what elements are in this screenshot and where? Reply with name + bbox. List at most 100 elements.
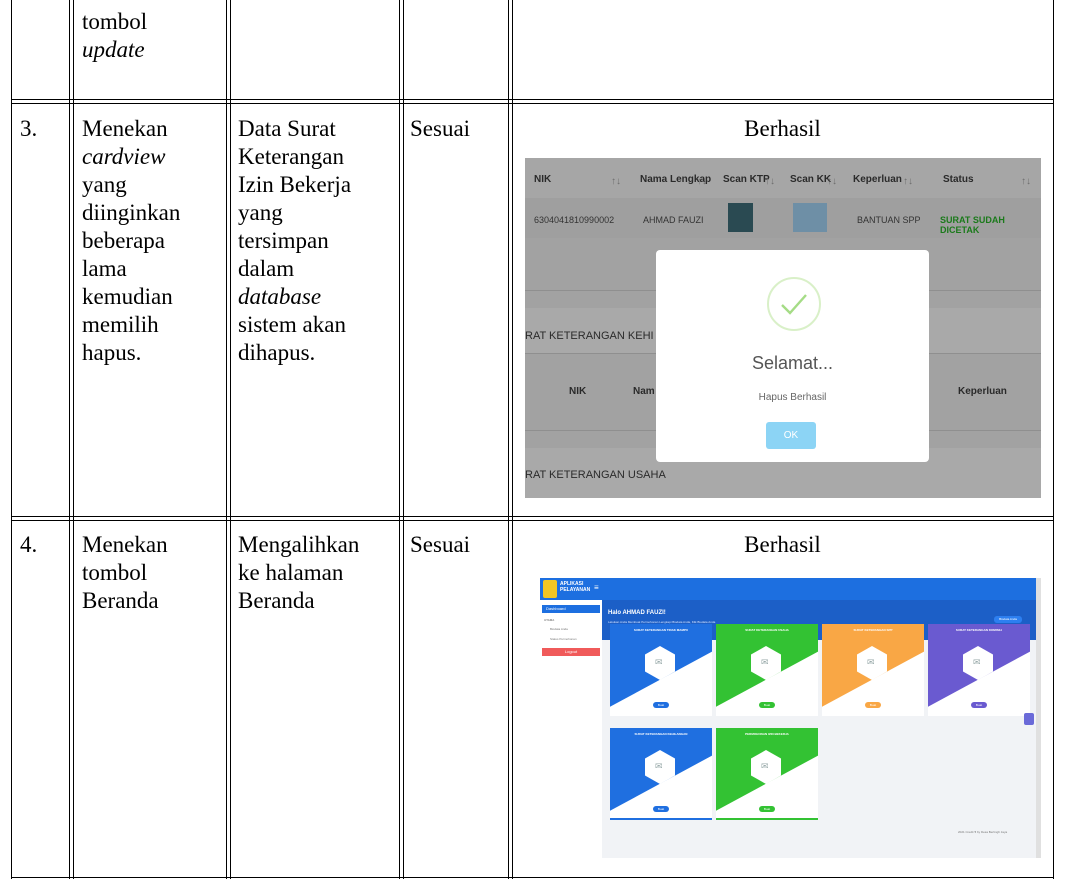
sidebar-item-dashboard[interactable]: Dashboard [542, 605, 600, 613]
row3-action-line: beberapa [82, 228, 165, 253]
kk-thumbnail[interactable] [793, 203, 827, 232]
row3-action-line: yang [82, 172, 127, 197]
logout-button[interactable]: Logout [542, 648, 600, 656]
chat-icon[interactable] [1024, 713, 1034, 725]
table-border-right [1053, 0, 1054, 879]
row-divider-1b [11, 103, 1054, 104]
row4-action-line: tombol [82, 560, 148, 585]
envelope-icon: ✉ [867, 657, 875, 667]
profile-button[interactable]: Biodata Anda [994, 616, 1022, 623]
service-card[interactable]: PERMOHONAN IZIN BEKERJA ✉ Buat [716, 728, 818, 820]
row4-expected-line: Beranda [238, 588, 315, 613]
service-card[interactable]: SURAT KETERANGAN TIDAK MAMPU ✉ Buat [610, 624, 712, 716]
ok-button[interactable]: OK [766, 422, 816, 449]
row3-expected-line: yang [238, 200, 283, 225]
card-title: SURAT KETERANGAN KEHILANGAN [634, 732, 688, 736]
row3-expected-line: Keterangan [238, 144, 344, 169]
row-divider-1 [11, 99, 1054, 100]
card-title: PERMOHONAN IZIN BEKERJA [745, 732, 789, 736]
row3-number: 3. [20, 116, 38, 141]
sidebar-item-status[interactable]: Status Permohonan [550, 637, 577, 641]
sort-icon: ↑↓ [697, 176, 707, 187]
card-accent-bar [610, 818, 712, 820]
create-button[interactable]: Buat [653, 806, 669, 812]
row3-action-line: cardview [82, 144, 166, 169]
ktp-thumbnail[interactable] [728, 203, 753, 232]
sort-icon: ↑↓ [903, 176, 913, 187]
row3-action-line: memilih [82, 312, 159, 337]
section-title: RAT KETERANGAN KEHI [525, 330, 654, 342]
top-navbar: APLIKASI PELAYANAN ≡ [540, 578, 1036, 600]
scrollbar[interactable] [1036, 578, 1041, 858]
cell-keperluan: BANTUAN SPP [857, 215, 921, 225]
menu-toggle-icon[interactable]: ≡ [594, 583, 599, 592]
table-divider-2b [230, 0, 231, 879]
sort-icon: ↑↓ [765, 176, 775, 187]
create-button[interactable]: Buat [653, 702, 669, 708]
table-border-left [11, 0, 12, 879]
row4-expected-line: ke halaman [238, 560, 344, 585]
card-title: SURAT KETERANGAN SPP [853, 628, 893, 632]
envelope-icon: ✉ [973, 657, 981, 667]
service-card[interactable]: SURAT KETERANGAN SPP ✉ Buat [822, 624, 924, 716]
app-logo [543, 580, 557, 598]
success-check-icon [767, 277, 821, 331]
row3-expected: Data Surat Keterangan Izin Bekerja yang … [238, 115, 351, 367]
service-card[interactable]: SURAT KETERANGAN USAHA ✉ Buat [716, 624, 818, 716]
sidebar-section-label: UTAMA [544, 618, 555, 622]
table-divider-1b [73, 0, 74, 879]
sidebar-item-biodata[interactable]: Biodata Anda [550, 627, 568, 631]
table-divider-4 [508, 0, 509, 879]
row3-expected-line: Izin Bekerja [238, 172, 352, 197]
row3-action-line: Menekan [82, 116, 168, 141]
cell-status: SURAT SUDAH DICETAK [940, 215, 1005, 235]
row0-action-line2: update [82, 37, 145, 62]
row0-action: tombol update [82, 8, 147, 64]
create-button[interactable]: Buat [865, 702, 881, 708]
col-header-nik: NIK [534, 174, 552, 185]
table-divider-3b [403, 0, 404, 879]
table-header: NIK ↑↓ Nama Lengkap ↑↓ Scan KTP ↑↓ Scan … [525, 158, 1041, 198]
envelope-icon: ✉ [655, 657, 663, 667]
screenshot-dashboard: APLIKASI PELAYANAN ≡ Dashboard UTAMA Bio… [540, 578, 1041, 858]
create-button[interactable]: Buat [759, 702, 775, 708]
table-divider-2 [226, 0, 227, 879]
row3-action-line: lama [82, 256, 127, 281]
footer-credit: 2021 Credit ♥ by Desa Bertingh Jaya [958, 830, 1008, 834]
row4-expected-line: Mengalihkan [238, 532, 360, 557]
service-card[interactable]: SURAT KETERANGAN DOMISILI ✉ Buat [928, 624, 1030, 716]
app-name-line: PELAYANAN [560, 587, 591, 593]
row4-expected: Mengalihkan ke halaman Beranda [238, 531, 359, 615]
app-name: APLIKASI PELAYANAN [560, 581, 590, 593]
create-button[interactable]: Buat [971, 702, 987, 708]
greeting: Halo AHMAD FAUZI! [608, 610, 666, 616]
row3-expected-line: database [238, 284, 322, 309]
row3-expected-line: dihapus. [238, 340, 316, 365]
envelope-icon: ✉ [761, 761, 769, 771]
row4-result-title: Berhasil [744, 532, 821, 557]
row3-action-line: diinginkan [82, 200, 181, 225]
row-divider-2b [11, 520, 1054, 521]
table-row[interactable]: 6304041810990002 AHMAD FAUZI BANTUAN SPP… [525, 198, 1041, 238]
row4-action-line: Menekan [82, 532, 168, 557]
row3-result-title: Berhasil [744, 116, 821, 141]
col-header-kk: Scan KK [790, 174, 832, 185]
service-card[interactable]: SURAT KETERANGAN KEHILANGAN ✉ Buat [610, 728, 712, 820]
table-divider-1 [69, 0, 70, 879]
success-dialog: Selamat... Hapus Berhasil OK [656, 250, 929, 462]
row4-action-line: Beranda [82, 588, 159, 613]
col-header-ktp: Scan KTP [723, 174, 770, 185]
col-header-nama: Nam [633, 386, 655, 397]
sort-icon: ↑↓ [1021, 176, 1031, 187]
cell-nama: AHMAD FAUZI [643, 215, 704, 225]
sidebar: Dashboard UTAMA Biodata Anda Status Perm… [540, 600, 602, 858]
section-title: RAT KETERANGAN USAHA [525, 469, 666, 481]
card-title: SURAT KETERANGAN DOMISILI [955, 628, 1003, 632]
row3-expected-line: sistem akan [238, 312, 346, 337]
row4-conclusion: Sesuai [410, 532, 471, 557]
row3-expected-line: Data Surat [238, 116, 336, 141]
dialog-message: Hapus Berhasil [758, 392, 827, 403]
row3-expected-line: dalam [238, 256, 295, 281]
create-button[interactable]: Buat [759, 806, 775, 812]
table-border-bottom [11, 877, 1054, 878]
